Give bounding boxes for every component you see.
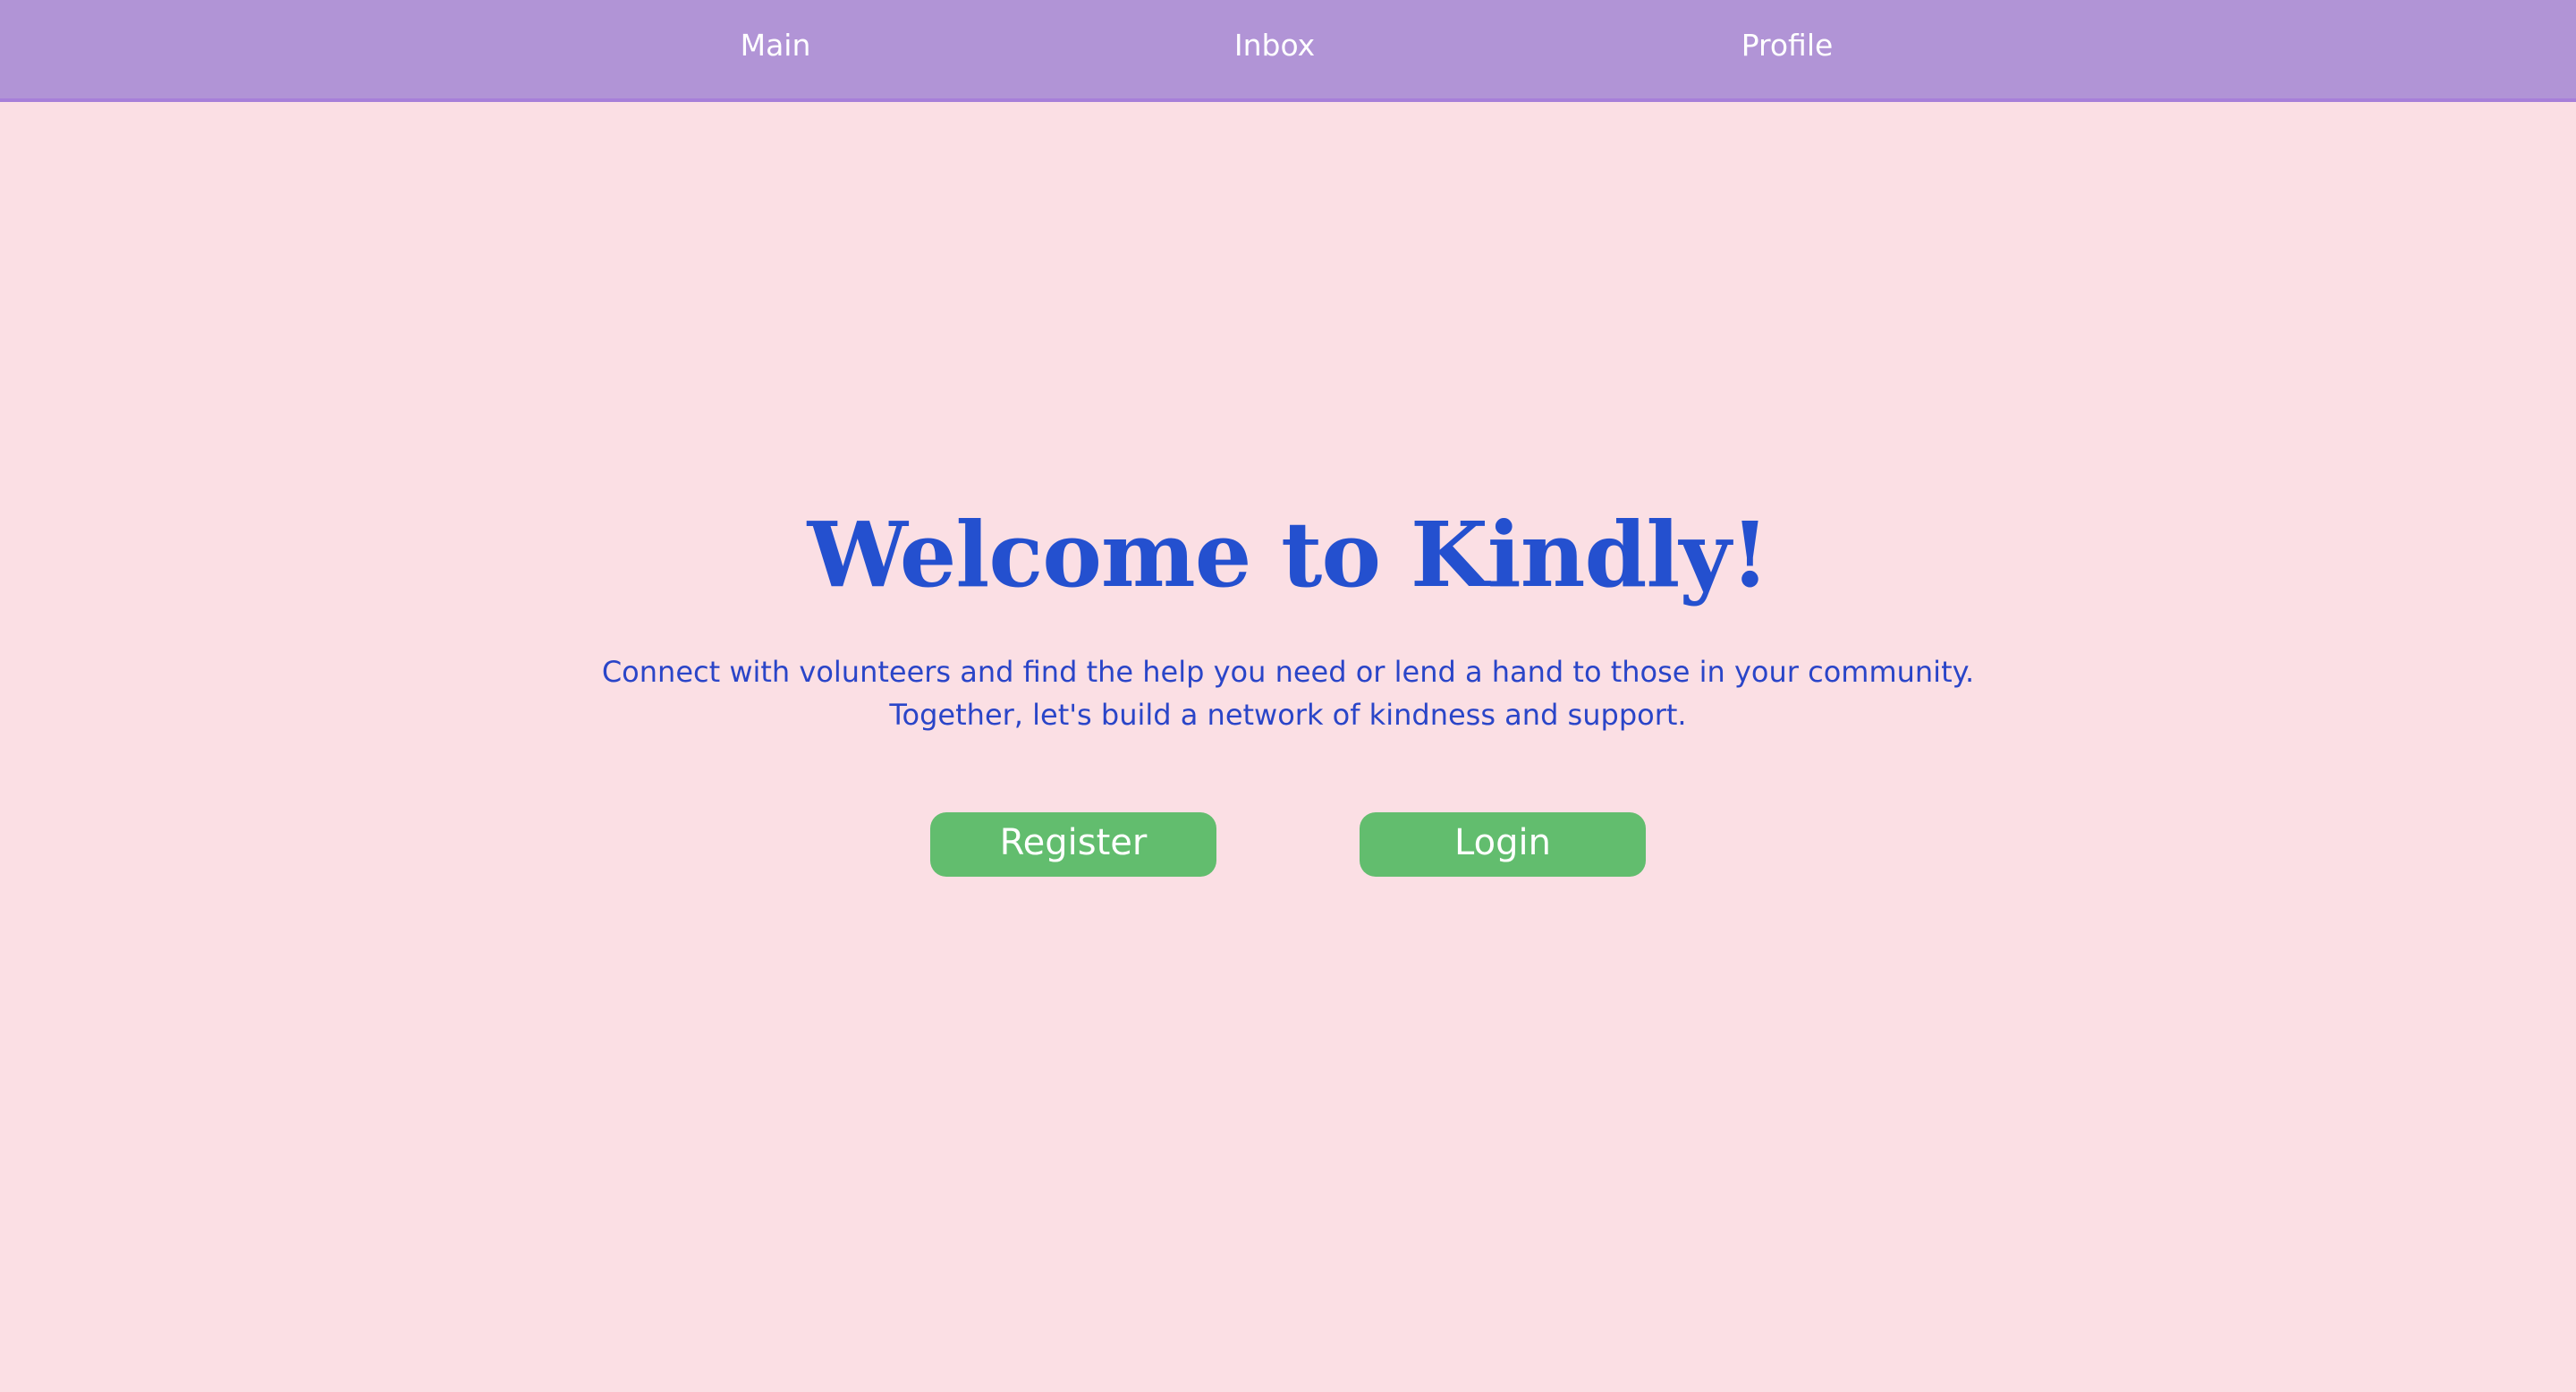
- nav-link-inbox[interactable]: Inbox: [1234, 0, 1315, 98]
- register-button[interactable]: Register: [930, 812, 1216, 877]
- nav-link-main[interactable]: Main: [741, 0, 811, 98]
- hero-description-line-2: Together, let's build a network of kindn…: [889, 698, 1687, 732]
- hero-description-line-1: Connect with volunteers and find the hel…: [601, 655, 1975, 689]
- hero-description: Connect with volunteers and find the hel…: [0, 650, 2576, 736]
- nav-link-profile[interactable]: Profile: [1741, 0, 1834, 98]
- login-button[interactable]: Login: [1360, 812, 1646, 877]
- page-title: Welcome to Kindly!: [807, 502, 1770, 607]
- top-navbar: Main Inbox Profile: [0, 0, 2576, 102]
